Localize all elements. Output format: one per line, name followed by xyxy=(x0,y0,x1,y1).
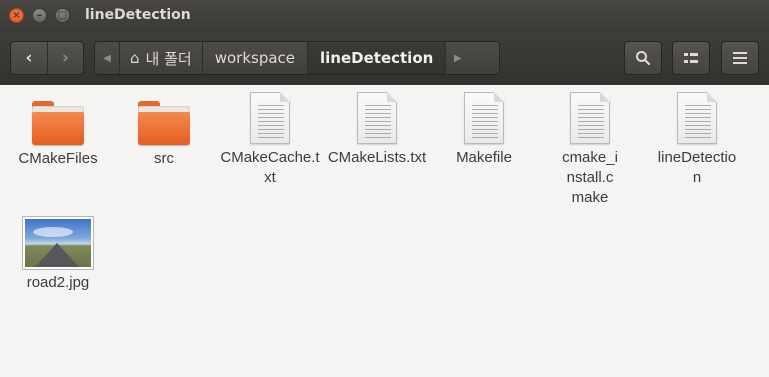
breadcrumb-label: 내 폴더 xyxy=(145,49,192,68)
breadcrumb-label: lineDetection xyxy=(320,49,434,67)
file-name: road2.jpg xyxy=(26,274,90,291)
forward-icon: › xyxy=(61,48,69,68)
folder-icon xyxy=(138,101,190,145)
file-item-cmakecache[interactable]: CMakeCache.txt xyxy=(220,92,320,188)
title-bar: × – □ lineDetection xyxy=(0,0,769,32)
image-thumbnail xyxy=(23,217,93,269)
file-name: Makefile xyxy=(456,149,512,166)
navigation-buttons: ‹ › xyxy=(10,41,84,75)
file-item-src[interactable]: src xyxy=(114,101,214,169)
menu-button[interactable] xyxy=(721,41,759,75)
text-file-icon xyxy=(570,92,610,144)
path-bar: ◀ ⌂ 내 폴더 workspace lineDetection ▶ xyxy=(94,41,500,75)
forward-button[interactable]: › xyxy=(46,42,83,74)
file-item-cmakefiles[interactable]: CMakeFiles xyxy=(8,101,108,169)
view-options-button[interactable] xyxy=(672,41,710,75)
file-name: CMakeLists.txt xyxy=(327,149,427,166)
caret-left-icon: ◀ xyxy=(103,52,111,64)
toolbar: ‹ › ◀ ⌂ 내 폴더 workspace lineDetection ▶ xyxy=(0,32,769,84)
back-button[interactable]: ‹ xyxy=(11,42,47,74)
minimize-window-button[interactable]: – xyxy=(32,8,47,23)
hamburger-menu-icon xyxy=(733,52,747,64)
maximize-icon: □ xyxy=(57,10,68,21)
text-file-icon xyxy=(464,92,504,144)
file-name: CMakeFiles xyxy=(18,150,98,167)
file-view: CMakeFiles src CMakeCache.txt CMakeLists… xyxy=(0,85,769,377)
file-name: cmake_install.cmake xyxy=(562,149,618,206)
close-icon: × xyxy=(12,10,21,21)
text-file-icon xyxy=(357,92,397,144)
window-title: lineDetection xyxy=(85,7,191,23)
search-button[interactable] xyxy=(624,41,662,75)
search-icon xyxy=(636,51,651,66)
breadcrumb-linedetection[interactable]: lineDetection xyxy=(307,42,446,74)
file-name: CMakeCache.txt xyxy=(220,149,320,186)
breadcrumb-home[interactable]: ⌂ 내 폴더 xyxy=(119,42,202,74)
home-icon: ⌂ xyxy=(130,49,140,67)
caret-right-icon: ▶ xyxy=(453,52,462,64)
maximize-window-button[interactable]: □ xyxy=(55,8,70,23)
file-name: src xyxy=(154,150,174,167)
breadcrumb-workspace[interactable]: workspace xyxy=(201,42,307,74)
back-icon: ‹ xyxy=(25,48,33,68)
file-name: lineDetection xyxy=(657,149,737,186)
breadcrumb-label: workspace xyxy=(214,49,296,67)
file-item-linedetection[interactable]: lineDetection xyxy=(647,92,747,188)
path-scroll-right-button[interactable]: ▶ xyxy=(445,42,469,74)
text-file-icon xyxy=(250,92,290,144)
file-item-road2[interactable]: road2.jpg xyxy=(8,217,108,293)
file-item-makefile[interactable]: Makefile xyxy=(434,92,534,168)
minimize-icon: – xyxy=(37,10,42,21)
close-window-button[interactable]: × xyxy=(9,8,24,23)
text-file-icon xyxy=(677,92,717,144)
path-scroll-left-button[interactable]: ◀ xyxy=(95,42,119,74)
folder-icon xyxy=(32,101,84,145)
list-view-icon xyxy=(684,53,698,63)
file-item-cmake-install[interactable]: cmake_install.cmake xyxy=(541,92,639,208)
file-item-cmakelists[interactable]: CMakeLists.txt xyxy=(327,92,427,168)
